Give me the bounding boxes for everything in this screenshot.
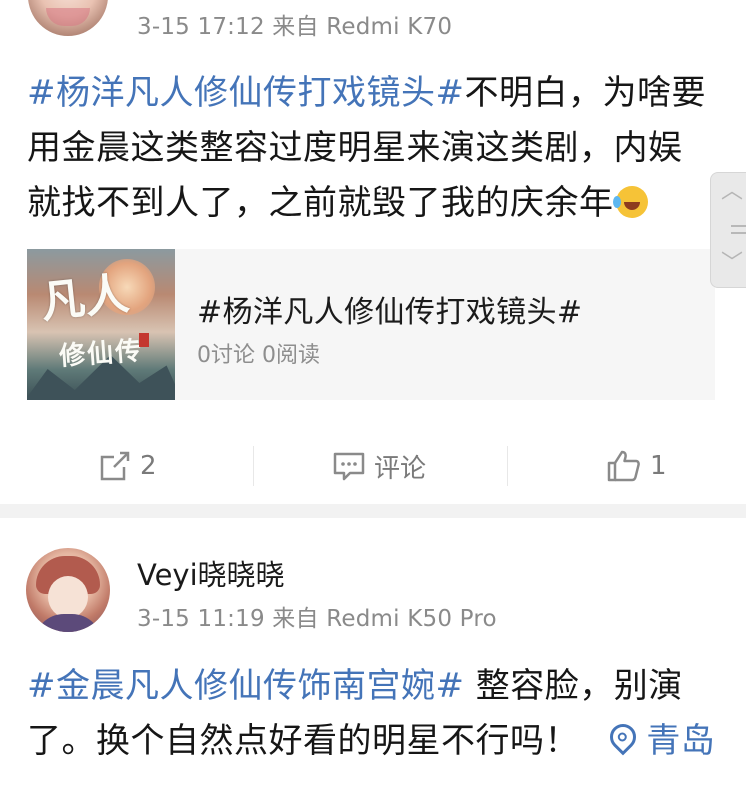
username[interactable]: Veyi晓晓晓 bbox=[137, 552, 285, 594]
repost-button[interactable]: 2 bbox=[98, 446, 157, 486]
laughing-crying-emoji-icon bbox=[612, 186, 648, 218]
topic-card[interactable]: 凡人 修仙传 #杨洋凡人修仙传打戏镜头# 0讨论 0阅读 bbox=[27, 249, 715, 400]
repost-icon bbox=[100, 451, 130, 481]
divider bbox=[507, 446, 508, 486]
location-link[interactable]: 青岛 bbox=[604, 718, 715, 761]
avatar[interactable] bbox=[28, 0, 108, 36]
thumbnail-calligraphy-sub: 修仙传 bbox=[58, 336, 145, 372]
thumbnail-calligraphy: 凡人 bbox=[38, 268, 132, 329]
comment-label: 评论 bbox=[374, 453, 427, 484]
seal-icon bbox=[139, 333, 149, 347]
location-pin-icon bbox=[604, 718, 642, 756]
topic-link[interactable]: #金晨凡人修仙传饰南宫婉# bbox=[27, 666, 464, 706]
like-count: 1 bbox=[650, 451, 667, 481]
comment-icon bbox=[333, 452, 365, 481]
topic-thumbnail: 凡人 修仙传 bbox=[27, 249, 175, 400]
post-meta: 3-15 11:19 来自 Redmi K50 Pro bbox=[137, 606, 497, 632]
chevron-down-icon: ﹀ bbox=[721, 251, 744, 276]
chevron-up-icon: ︿ bbox=[721, 179, 744, 204]
avatar[interactable] bbox=[26, 548, 110, 632]
post-separator bbox=[0, 504, 746, 518]
topic-link[interactable]: #杨洋凡人修仙传打戏镜头# bbox=[27, 73, 464, 113]
repost-count: 2 bbox=[140, 451, 157, 481]
comment-button[interactable]: 评论 bbox=[332, 446, 426, 486]
post-text: #金晨凡人修仙传饰南宫婉# 整容脸，别演 了。换个自然点好看的明星不行吗！ 青岛 bbox=[27, 666, 716, 761]
topic-card-stats: 0讨论 0阅读 bbox=[197, 343, 320, 368]
thumbs-up-icon bbox=[607, 450, 640, 482]
post-text: #杨洋凡人修仙传打戏镜头#不明白，为啥要 用金晨这类整容过度明星来演这类剧，内娱… bbox=[27, 73, 706, 223]
post-meta: 3-15 17:12 来自 Redmi K70 bbox=[137, 14, 453, 40]
topic-card-title: #杨洋凡人修仙传打戏镜头# bbox=[197, 295, 583, 330]
like-button[interactable]: 1 bbox=[606, 446, 667, 486]
scroll-handle[interactable]: ︿ ﹀ bbox=[710, 172, 746, 288]
divider bbox=[253, 446, 254, 486]
